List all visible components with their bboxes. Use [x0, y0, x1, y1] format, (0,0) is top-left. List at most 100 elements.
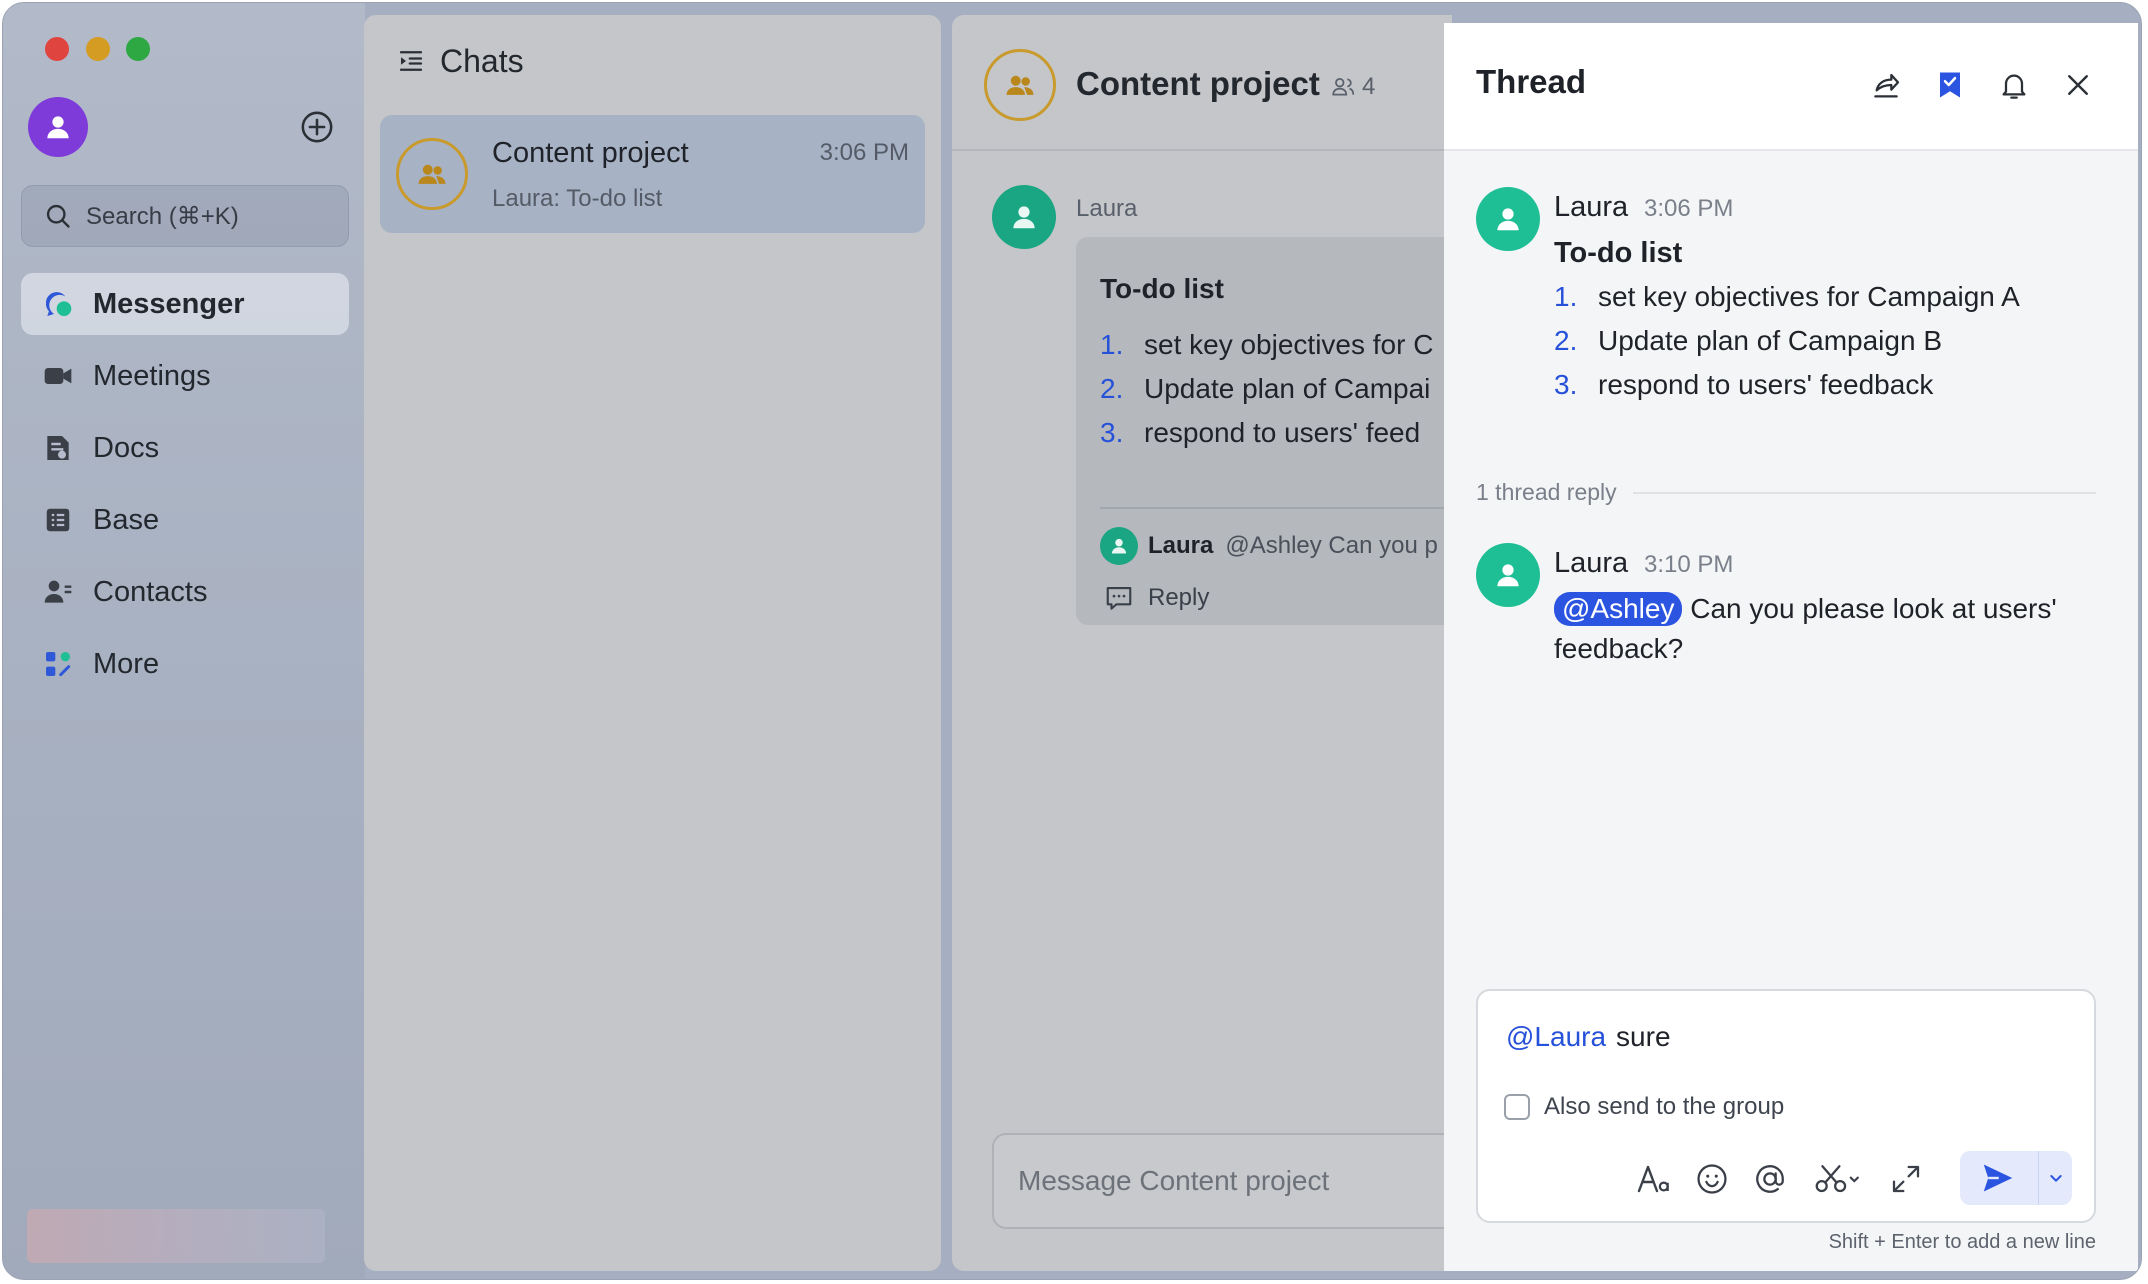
list-number: 1. — [1100, 329, 1124, 360]
notification-button[interactable] — [1994, 65, 2034, 105]
list-number: 2. — [1100, 373, 1124, 404]
zoom-window-button[interactable] — [126, 37, 150, 61]
composer-hint: Shift + Enter to add a new line — [1828, 1231, 2096, 1253]
nav-contacts[interactable]: Contacts — [21, 561, 349, 623]
at-sign-icon — [1756, 1165, 1784, 1193]
thread-title: Thread — [1476, 63, 1587, 100]
conversation-panel: Content project 4 Laura To-do list 1. set… — [952, 15, 1452, 1271]
nav-meetings[interactable]: Meetings — [21, 345, 349, 407]
group-avatar[interactable] — [984, 49, 1056, 121]
list-text: respond to users' feedback — [1598, 369, 1934, 400]
nav-docs[interactable]: Docs — [21, 417, 349, 479]
share-icon — [1874, 73, 1900, 98]
reply-input[interactable]: @Laura sure — [1506, 1021, 1671, 1053]
reply-avatar — [1100, 527, 1138, 565]
sender-name[interactable]: Laura — [1554, 191, 1628, 224]
person-icon — [1497, 208, 1519, 231]
contacts-icon — [41, 575, 75, 609]
message-input[interactable]: Message Content project — [992, 1133, 1452, 1229]
mention-tag[interactable]: @Ashley — [1554, 592, 1683, 626]
share-button[interactable] — [1866, 65, 1906, 105]
sender-avatar[interactable] — [992, 185, 1056, 249]
send-button[interactable] — [1960, 1151, 2036, 1205]
nav-base[interactable]: Base — [21, 489, 349, 551]
nav-label: Contacts — [93, 575, 208, 608]
message-card[interactable]: To-do list 1. set key objectives for C 2.… — [1076, 237, 1452, 625]
message-time: 3:10 PM — [1644, 551, 1734, 578]
search-input[interactable]: Search (⌘+K) — [21, 185, 349, 247]
list-item: 1. set key objectives for Campaign A — [1554, 281, 2020, 325]
list-item: 3. respond to users' feedback — [1554, 369, 2020, 413]
person-icon — [1013, 206, 1035, 229]
user-avatar[interactable] — [28, 97, 88, 157]
plus-circle-icon — [301, 111, 333, 143]
reply-message-body: @Ashley Can you please look at users' fe… — [1554, 589, 2114, 669]
also-send-to-group[interactable]: Also send to the group — [1504, 1093, 1784, 1121]
list-text: set key objectives for Campaign A — [1598, 281, 2020, 312]
person-icon — [47, 116, 69, 139]
emoji-button[interactable] — [1692, 1159, 1732, 1199]
sender-name[interactable]: Laura — [1554, 547, 1628, 580]
card-title: To-do list — [1100, 273, 1224, 304]
sender-avatar[interactable] — [1476, 187, 1540, 251]
chat-list-item[interactable]: Content project 3:06 PM Laura: To-do lis… — [380, 115, 925, 233]
list-number: 3. — [1100, 417, 1124, 448]
also-send-checkbox[interactable] — [1504, 1094, 1530, 1120]
list-number: 3. — [1554, 369, 1578, 400]
bell-icon — [2002, 74, 2026, 99]
scissors-icon — [1815, 1165, 1859, 1193]
divider — [1100, 507, 1452, 509]
thread-panel: Thread Laura 3:06 PM To-do list 1. set k… — [1444, 23, 2138, 1271]
sidebar: Search (⌘+K) Messenger Meetings Docs Bas… — [3, 3, 365, 1279]
chats-panel: Chats Content project 3:06 PM Laura: To-… — [364, 15, 941, 1271]
collapse-list-icon[interactable] — [396, 46, 426, 76]
list-text: respond to users' feed — [1144, 417, 1421, 448]
expand-button[interactable] — [1886, 1159, 1926, 1199]
more-apps-icon — [41, 647, 75, 681]
nav-more[interactable]: More — [21, 633, 349, 695]
sender-avatar[interactable] — [1476, 543, 1540, 607]
reply-label: Reply — [1148, 584, 1210, 611]
reply-button[interactable]: Reply — [1104, 583, 1209, 613]
text-format-button[interactable] — [1634, 1159, 1674, 1199]
group-icon — [1006, 75, 1034, 95]
nav-messenger[interactable]: Messenger — [21, 273, 349, 335]
sender-name: Laura — [1076, 195, 1138, 222]
list-number: 2. — [1554, 325, 1578, 356]
member-count[interactable]: 4 — [1330, 73, 1375, 101]
reply-count-separator: 1 thread reply — [1476, 479, 2096, 506]
send-options-button[interactable] — [2038, 1151, 2072, 1205]
expand-icon — [1892, 1165, 1920, 1193]
chats-header: Chats — [396, 41, 524, 81]
message-input-placeholder: Message Content project — [1018, 1165, 1330, 1196]
minimize-window-button[interactable] — [86, 37, 110, 61]
reply-count: 1 thread reply — [1476, 479, 1617, 505]
list-item: 1. set key objectives for C — [1100, 329, 1433, 373]
list-text: set key objectives for C — [1144, 329, 1434, 360]
group-icon — [418, 164, 446, 184]
docs-icon — [41, 431, 75, 465]
add-button[interactable] — [299, 109, 335, 145]
messenger-icon — [41, 287, 75, 321]
video-camera-icon — [41, 359, 75, 393]
thread-header: Thread — [1444, 23, 2138, 151]
chat-time: 3:06 PM — [819, 139, 909, 166]
person-icon — [1111, 538, 1127, 554]
reply-text: @Ashley Can you p — [1225, 532, 1438, 559]
close-window-button[interactable] — [45, 37, 69, 61]
group-avatar — [396, 138, 468, 210]
search-icon — [46, 204, 70, 228]
app-window: Search (⌘+K) Messenger Meetings Docs Bas… — [2, 2, 2142, 1280]
mention-button[interactable] — [1750, 1159, 1790, 1199]
close-thread-button[interactable] — [2058, 65, 2098, 105]
thread-composer: @Laura sure Also send to the group — [1476, 989, 2096, 1223]
chat-name: Content project — [492, 137, 689, 169]
todo-list: 1. set key objectives for Campaign A 2. Up… — [1554, 281, 2020, 413]
chats-title: Chats — [440, 42, 524, 79]
nav-label: More — [93, 647, 160, 680]
thread-reply-preview[interactable]: Laura @Ashley Can you p — [1100, 527, 1438, 565]
reply-icon — [1106, 586, 1132, 610]
reply-author: Laura — [1148, 532, 1214, 559]
bookmark-button[interactable] — [1930, 65, 1970, 105]
screenshot-button[interactable] — [1808, 1159, 1868, 1199]
